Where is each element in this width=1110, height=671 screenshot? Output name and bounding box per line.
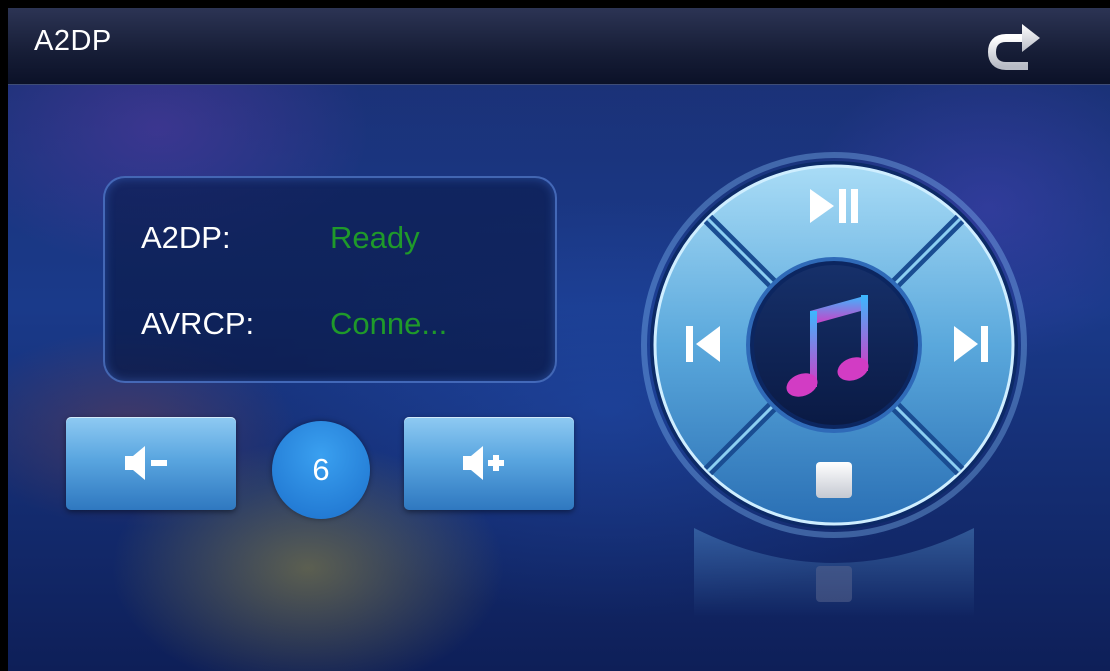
volume-down-icon	[125, 446, 167, 480]
page-title: A2DP	[34, 25, 112, 57]
title-bar: A2DP	[8, 8, 1110, 85]
media-controller-wheel	[641, 152, 1027, 538]
connection-status-panel: A2DP: Ready AVRCP: Conne...	[103, 176, 557, 383]
volume-level: 6	[272, 421, 370, 519]
volume-up-icon	[463, 446, 504, 480]
avrcp-status: Conne...	[330, 306, 448, 341]
avrcp-label: AVRCP:	[141, 306, 255, 341]
back-arrow-icon	[987, 24, 1040, 70]
bluetooth-music-screen: A2DP A2DP: Ready AVRCP: Conne... 6	[8, 8, 1110, 671]
volume-down-button[interactable]	[66, 417, 236, 510]
stop-icon	[816, 462, 852, 498]
back-button[interactable]	[970, 16, 1050, 72]
a2dp-label: A2DP:	[141, 220, 231, 255]
volume-up-button[interactable]	[404, 417, 574, 510]
controller-reflection	[694, 528, 974, 618]
a2dp-status: Ready	[330, 220, 420, 255]
